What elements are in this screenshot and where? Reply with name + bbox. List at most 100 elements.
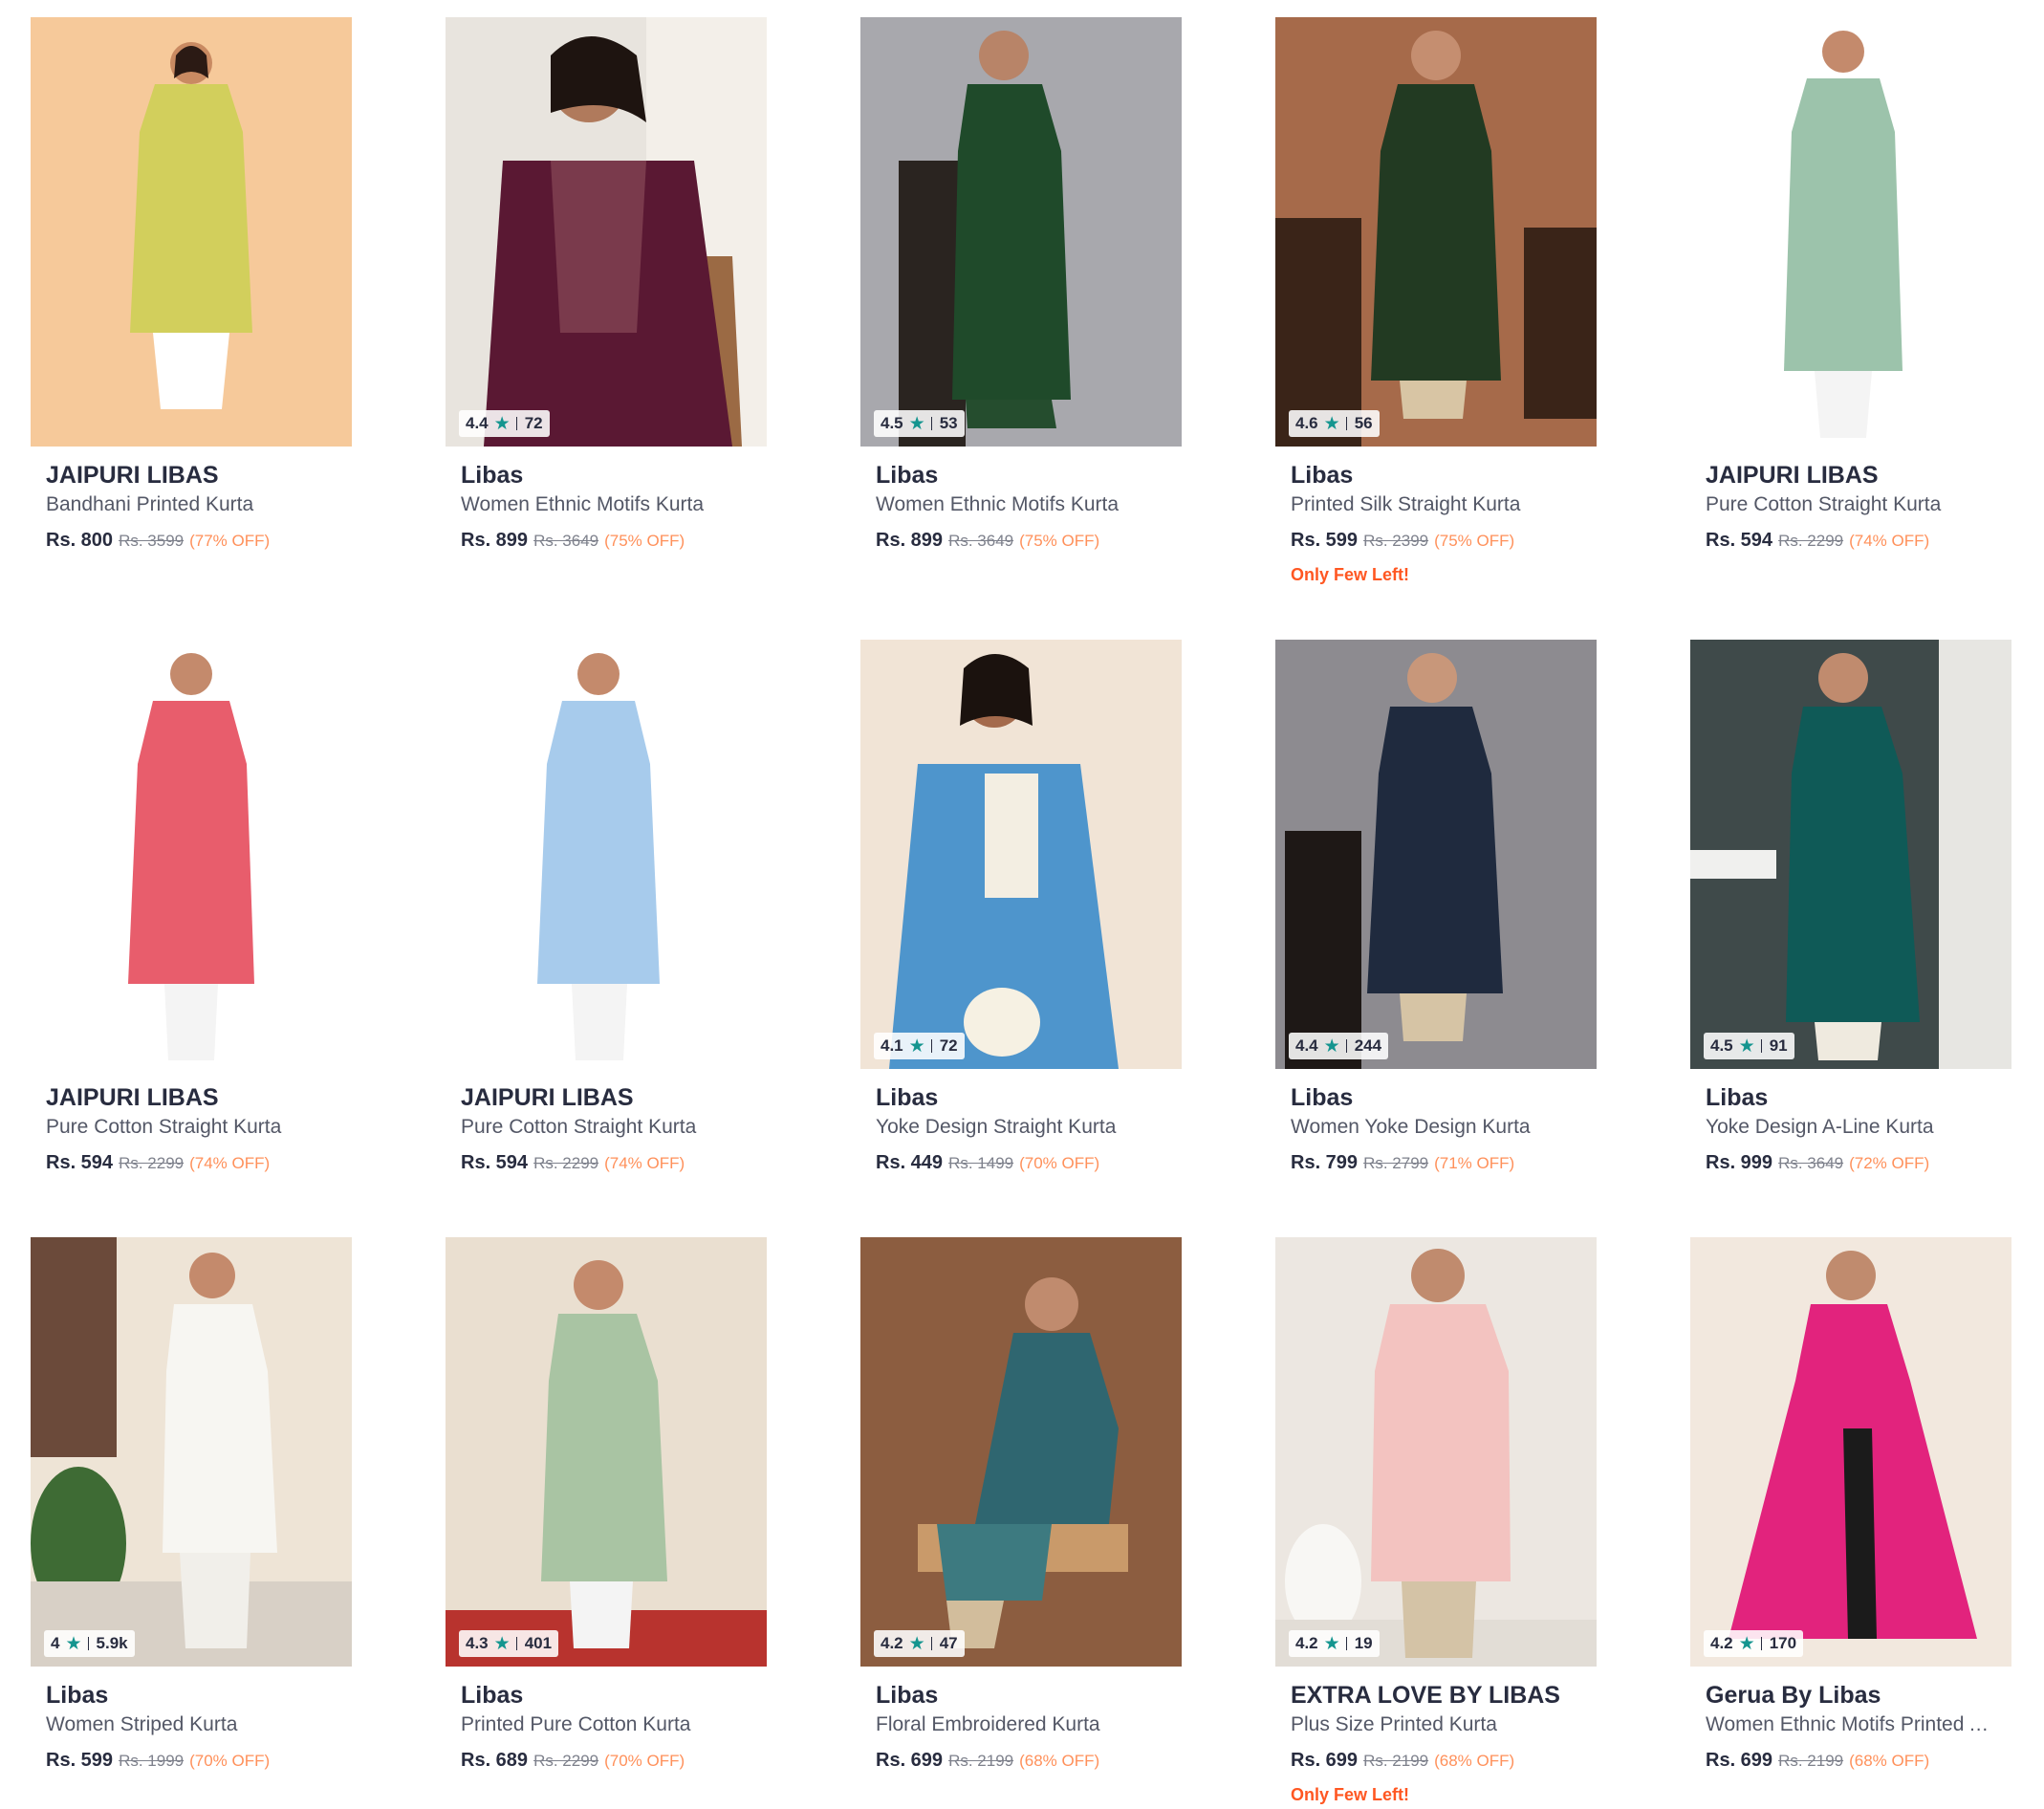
product-image[interactable]: 4.5 ★ 53 bbox=[860, 17, 1182, 447]
mrp: Rs. 2199 bbox=[1363, 1752, 1429, 1770]
product-card[interactable]: JAIPURI LIBAS Bandhani Printed Kurta Rs.… bbox=[31, 17, 352, 554]
product-image[interactable] bbox=[31, 640, 352, 1069]
rating-count: 53 bbox=[939, 414, 958, 432]
brand-name: Libas bbox=[46, 1682, 109, 1709]
discount: (68% OFF) bbox=[1849, 1752, 1930, 1770]
price: Rs. 599 bbox=[1291, 530, 1359, 551]
product-card[interactable]: 4.2 ★ 170 Gerua By Libas Women Ethnic Moti… bbox=[1690, 1237, 2011, 1774]
rating-badge: 4.5 ★ 91 bbox=[1704, 1033, 1794, 1059]
divider bbox=[1760, 1039, 1762, 1053]
product-card[interactable]: 4.2 ★ 19 EXTRA LOVE BY LIBAS Plus Size Pri… bbox=[1275, 1237, 1597, 1806]
product-name: Pure Cotton Straight Kurta bbox=[461, 1116, 697, 1138]
product-name: Women Yoke Design Kurta bbox=[1291, 1116, 1531, 1138]
product-card[interactable]: 4.5 ★ 91 Libas Yoke Design A-Line Kurta Rs… bbox=[1690, 640, 2011, 1176]
divider bbox=[930, 1039, 932, 1053]
product-image[interactable] bbox=[446, 640, 767, 1069]
price: Rs. 599 bbox=[46, 1750, 114, 1771]
price-row: Rs. 594 Rs. 2299 (74% OFF) bbox=[46, 1150, 337, 1176]
mrp: Rs. 2199 bbox=[1778, 1752, 1844, 1770]
divider bbox=[515, 417, 517, 430]
rating-badge: 4.2 ★ 19 bbox=[1289, 1630, 1380, 1657]
discount: (74% OFF) bbox=[189, 1154, 271, 1172]
mrp: Rs. 2399 bbox=[1363, 532, 1429, 550]
price-row: Rs. 699 Rs. 2199 (68% OFF) bbox=[876, 1748, 1166, 1774]
product-image[interactable]: 4.4 ★ 72 bbox=[446, 17, 767, 447]
product-name: Pure Cotton Straight Kurta bbox=[46, 1116, 282, 1138]
product-image[interactable]: 4.5 ★ 91 bbox=[1690, 640, 2011, 1069]
product-image[interactable]: 4.2 ★ 19 bbox=[1275, 1237, 1597, 1667]
product-card[interactable]: 4 ★ 5.9k Libas Women Striped Kurta Rs. 599… bbox=[31, 1237, 352, 1774]
product-card[interactable]: JAIPURI LIBAS Pure Cotton Straight Kurta… bbox=[446, 640, 767, 1176]
brand-name: Gerua By Libas bbox=[1706, 1682, 1881, 1709]
price-row: Rs. 799 Rs. 2799 (71% OFF) bbox=[1291, 1150, 1581, 1176]
divider bbox=[1345, 417, 1347, 430]
star-icon: ★ bbox=[493, 413, 511, 434]
product-image[interactable]: 4.6 ★ 56 bbox=[1275, 17, 1597, 447]
product-name: Women Ethnic Motifs Kurta bbox=[461, 493, 705, 515]
brand-name: JAIPURI LIBAS bbox=[461, 1084, 634, 1111]
discount: (68% OFF) bbox=[1019, 1752, 1100, 1770]
product-card[interactable]: 4.1 ★ 72 Libas Yoke Design Straight Kurta … bbox=[860, 640, 1182, 1176]
product-name: Yoke Design A-Line Kurta bbox=[1706, 1116, 1934, 1138]
discount: (71% OFF) bbox=[1434, 1154, 1515, 1172]
product-name: Pure Cotton Straight Kurta bbox=[1706, 493, 1942, 515]
discount: (74% OFF) bbox=[604, 1154, 685, 1172]
product-image[interactable]: 4.2 ★ 47 bbox=[860, 1237, 1182, 1667]
discount: (70% OFF) bbox=[604, 1752, 685, 1770]
rating-value: 4.5 bbox=[1710, 1036, 1733, 1055]
product-name: Women Ethnic Motifs Kurta bbox=[876, 493, 1120, 515]
star-icon: ★ bbox=[1323, 1035, 1340, 1057]
discount: (68% OFF) bbox=[1434, 1752, 1515, 1770]
brand-name: Libas bbox=[876, 462, 939, 489]
product-card[interactable]: 4.4 ★ 244 Libas Women Yoke Design Kurta Rs… bbox=[1275, 640, 1597, 1176]
price: Rs. 800 bbox=[46, 530, 114, 551]
price-row: Rs. 999 Rs. 3649 (72% OFF) bbox=[1706, 1150, 1996, 1176]
product-image[interactable]: 4.3 ★ 401 bbox=[446, 1237, 767, 1667]
star-icon: ★ bbox=[1323, 1633, 1340, 1654]
product-card[interactable]: 4.2 ★ 47 Libas Floral Embroidered Kurta Rs… bbox=[860, 1237, 1182, 1774]
product-image[interactable]: 4.1 ★ 72 bbox=[860, 640, 1182, 1069]
star-icon: ★ bbox=[908, 1035, 925, 1057]
rating-value: 4.5 bbox=[881, 414, 903, 432]
product-image[interactable]: 4.4 ★ 244 bbox=[1275, 640, 1597, 1069]
rating-badge: 4.1 ★ 72 bbox=[874, 1033, 965, 1059]
discount: (70% OFF) bbox=[189, 1752, 271, 1770]
star-icon: ★ bbox=[1738, 1633, 1755, 1654]
rating-badge: 4.4 ★ 244 bbox=[1289, 1033, 1389, 1059]
rating-value: 4 bbox=[51, 1634, 60, 1652]
mrp: Rs. 3649 bbox=[948, 532, 1014, 550]
product-card[interactable]: 4.6 ★ 56 Libas Printed Silk Straight Kurta… bbox=[1275, 17, 1597, 586]
product-image[interactable]: 4 ★ 5.9k bbox=[31, 1237, 352, 1667]
product-card[interactable]: 4.5 ★ 53 Libas Women Ethnic Motifs Kurta R… bbox=[860, 17, 1182, 554]
mrp: Rs. 2299 bbox=[119, 1154, 185, 1172]
brand-name: Libas bbox=[461, 1682, 524, 1709]
product-image[interactable] bbox=[31, 17, 352, 447]
mrp: Rs. 2299 bbox=[1778, 532, 1844, 550]
rating-badge: 4.2 ★ 170 bbox=[1704, 1630, 1804, 1657]
star-icon: ★ bbox=[908, 413, 925, 434]
rating-badge: 4.5 ★ 53 bbox=[874, 410, 965, 437]
mrp: Rs. 3649 bbox=[1778, 1154, 1844, 1172]
price-row: Rs. 800 Rs. 3599 (77% OFF) bbox=[46, 528, 337, 554]
mrp: Rs. 2299 bbox=[533, 1752, 599, 1770]
brand-name: EXTRA LOVE BY LIBAS bbox=[1291, 1682, 1560, 1709]
product-image[interactable] bbox=[1690, 17, 2011, 447]
star-icon: ★ bbox=[1323, 413, 1340, 434]
rating-value: 4.3 bbox=[466, 1634, 489, 1652]
stock-alert: Only Few Left! bbox=[1291, 565, 1410, 584]
product-card[interactable]: JAIPURI LIBAS Pure Cotton Straight Kurta… bbox=[31, 640, 352, 1176]
product-card[interactable]: 4.4 ★ 72 Libas Women Ethnic Motifs Kurta R… bbox=[446, 17, 767, 554]
rating-value: 4.2 bbox=[1710, 1634, 1733, 1652]
rating-value: 4.1 bbox=[881, 1036, 903, 1055]
rating-count: 170 bbox=[1769, 1634, 1797, 1652]
product-card[interactable]: JAIPURI LIBAS Pure Cotton Straight Kurta… bbox=[1690, 17, 2011, 554]
product-card[interactable]: 4.3 ★ 401 Libas Printed Pure Cotton Kurta … bbox=[446, 1237, 767, 1774]
price: Rs. 799 bbox=[1291, 1152, 1359, 1173]
price: Rs. 449 bbox=[876, 1152, 944, 1173]
product-image[interactable]: 4.2 ★ 170 bbox=[1690, 1237, 2011, 1667]
rating-value: 4.2 bbox=[1295, 1634, 1318, 1652]
discount: (75% OFF) bbox=[1019, 532, 1100, 550]
product-name: Yoke Design Straight Kurta bbox=[876, 1116, 1117, 1138]
divider bbox=[1760, 1637, 1762, 1650]
product-name: Floral Embroidered Kurta bbox=[876, 1713, 1100, 1735]
